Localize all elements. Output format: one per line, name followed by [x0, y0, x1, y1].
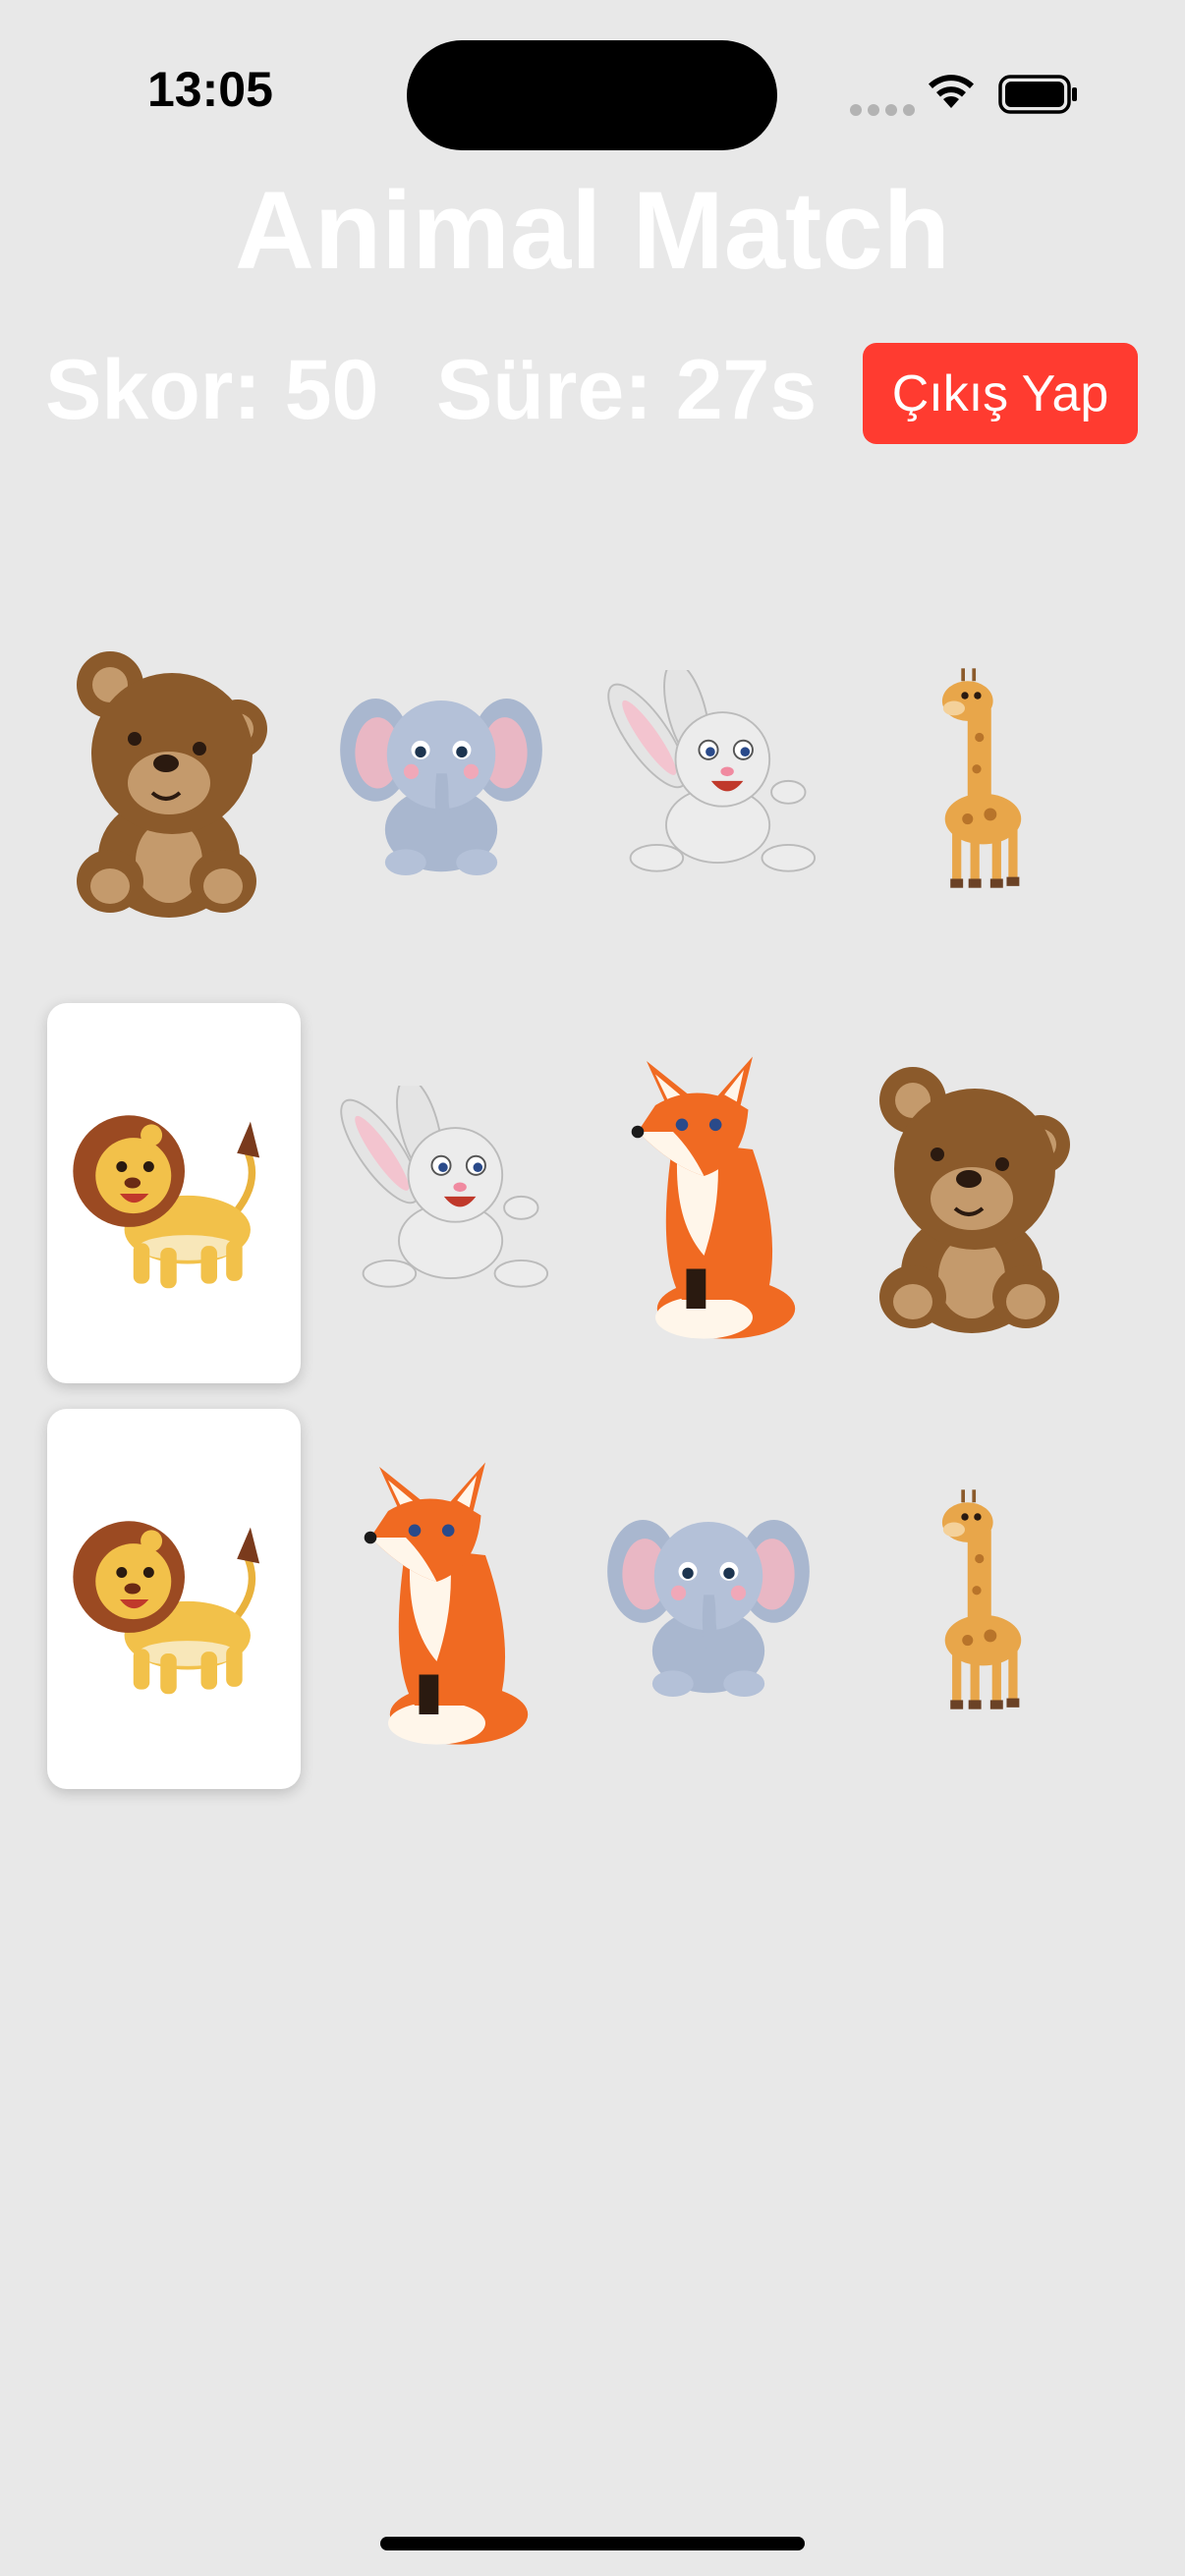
- home-indicator: [380, 2537, 805, 2550]
- fox-icon: [620, 1032, 797, 1356]
- memory-card[interactable]: [582, 588, 835, 968]
- memory-card[interactable]: [47, 1003, 301, 1383]
- memory-card[interactable]: [314, 1003, 568, 1383]
- rabbit-icon: [333, 1085, 549, 1302]
- elephant-icon: [605, 1501, 812, 1698]
- memory-card[interactable]: [314, 588, 568, 968]
- lion-icon: [66, 1086, 282, 1302]
- memory-card[interactable]: [850, 1409, 1103, 1789]
- elephant-icon: [338, 680, 544, 876]
- card-grid: [0, 0, 1185, 2576]
- lion-icon: [66, 1491, 282, 1708]
- bear-icon: [56, 636, 292, 921]
- memory-card[interactable]: [47, 588, 301, 968]
- giraffe-icon: [918, 660, 1036, 896]
- memory-card[interactable]: [582, 1409, 835, 1789]
- memory-card[interactable]: [850, 588, 1103, 968]
- giraffe-icon: [918, 1482, 1036, 1717]
- memory-card[interactable]: [850, 1003, 1103, 1383]
- bear-icon: [859, 1051, 1095, 1336]
- memory-card[interactable]: [582, 1003, 835, 1383]
- fox-icon: [353, 1437, 530, 1762]
- memory-card[interactable]: [314, 1409, 568, 1789]
- rabbit-icon: [600, 669, 817, 886]
- memory-card[interactable]: [47, 1409, 301, 1789]
